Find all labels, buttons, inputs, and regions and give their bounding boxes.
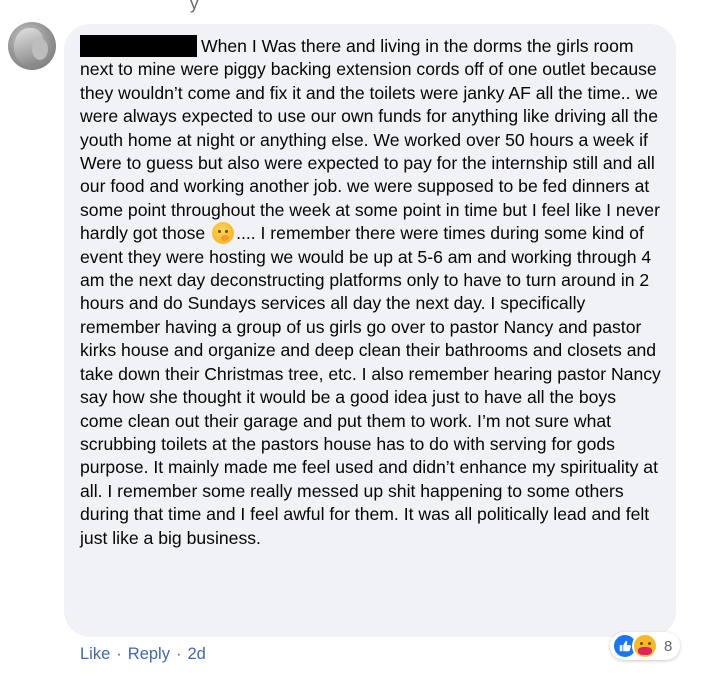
reactions-summary[interactable]: 8: [610, 632, 681, 660]
care-icon: [632, 633, 658, 659]
separator: ·: [116, 645, 122, 663]
previous-comment-fragment: y: [190, 0, 199, 13]
reply-button[interactable]: Reply: [128, 645, 170, 664]
reaction-count: 8: [664, 637, 673, 655]
comment-text: When I Was there and living in the dorms…: [80, 35, 662, 550]
separator: ·: [175, 645, 182, 663]
avatar[interactable]: [8, 22, 56, 70]
comment-bubble: When I Was there and living in the dorms…: [64, 24, 676, 637]
comment-text-part-2: .... I remember there were times during …: [80, 223, 661, 548]
comment-text-part-1: When I Was there and living in the dorms…: [80, 36, 660, 244]
thumbs-up-icon: [619, 640, 632, 652]
redacted-author-name: [80, 35, 197, 57]
comment-timestamp[interactable]: 2d: [187, 645, 205, 664]
avatar-face: [32, 38, 48, 60]
like-button[interactable]: Like: [80, 645, 110, 664]
thinking-face-emoji-icon: [212, 222, 235, 245]
comment-actions: Like · Reply · 2d: [80, 645, 206, 664]
